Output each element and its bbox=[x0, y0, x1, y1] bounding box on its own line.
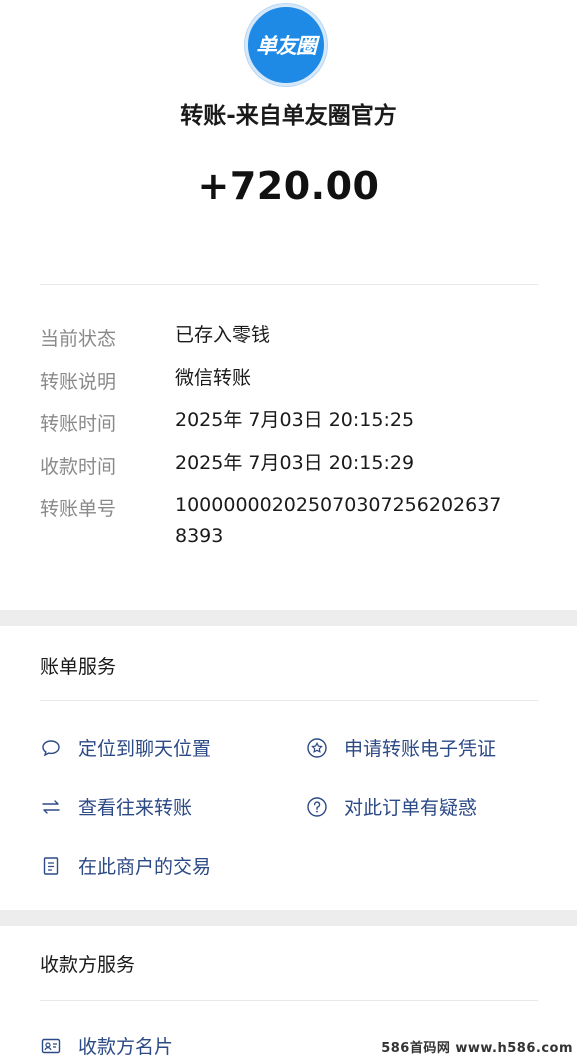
locate-chat-link[interactable]: 定位到聊天位置 bbox=[40, 734, 211, 761]
divider bbox=[40, 700, 538, 701]
merchant-trades-link[interactable]: 在此商户的交易 bbox=[40, 852, 211, 879]
payer-avatar[interactable]: 单友圈 bbox=[245, 4, 327, 86]
detail-label-status: 当前状态 bbox=[40, 328, 117, 350]
avatar-logo-text: 单友圈 bbox=[256, 34, 317, 58]
divider bbox=[40, 1000, 538, 1001]
view-transfers-label: 查看往来转账 bbox=[78, 797, 193, 819]
order-question-link[interactable]: 对此订单有疑惑 bbox=[306, 793, 477, 820]
detail-label-receive-time: 收款时间 bbox=[40, 456, 117, 478]
detail-value-transfer-time: 2025年 7月03日 20:15:25 bbox=[175, 409, 415, 431]
document-icon bbox=[40, 855, 62, 877]
view-transfers-link[interactable]: 查看往来转账 bbox=[40, 793, 192, 820]
transfer-number-line2: 8393 bbox=[175, 525, 224, 547]
transfer-number-line1: 100000002025070307256202637 bbox=[175, 494, 502, 516]
detail-label-transfer-number: 转账单号 bbox=[40, 498, 117, 520]
chat-bubble-icon bbox=[40, 737, 62, 759]
bill-services-card: 账单服务 定位到聊天位置 申请转账电子凭证 查看往来转账 对此订单有疑惑 在此商… bbox=[0, 626, 577, 910]
locate-chat-label: 定位到聊天位置 bbox=[78, 738, 212, 760]
apply-voucher-label: 申请转账电子凭证 bbox=[344, 738, 497, 760]
detail-value-note: 微信转账 bbox=[175, 367, 252, 389]
watermark-text: 586首码网 www.h586.com bbox=[381, 1041, 573, 1056]
star-badge-icon bbox=[306, 737, 328, 759]
payee-card-link[interactable]: 收款方名片 bbox=[40, 1032, 173, 1059]
detail-label-transfer-time: 转账时间 bbox=[40, 413, 117, 435]
contact-card-icon bbox=[40, 1035, 62, 1057]
payee-services-title: 收款方服务 bbox=[40, 954, 136, 976]
apply-voucher-link[interactable]: 申请转账电子凭证 bbox=[306, 734, 496, 761]
bill-services-title: 账单服务 bbox=[40, 656, 117, 678]
order-question-label: 对此订单有疑惑 bbox=[344, 797, 478, 819]
merchant-trades-label: 在此商户的交易 bbox=[78, 856, 212, 878]
question-icon bbox=[306, 796, 328, 818]
payer-title: 转账-来自单友圈官方 bbox=[180, 103, 397, 129]
swap-arrows-icon bbox=[40, 796, 62, 818]
detail-label-note: 转账说明 bbox=[40, 371, 117, 393]
transfer-amount: +720.00 bbox=[197, 164, 380, 208]
payee-card-label: 收款方名片 bbox=[78, 1036, 174, 1058]
detail-value-receive-time: 2025年 7月03日 20:15:29 bbox=[175, 452, 415, 474]
detail-value-status: 已存入零钱 bbox=[175, 324, 271, 346]
transfer-summary-card: 单友圈 转账-来自单友圈官方 +720.00 当前状态 已存入零钱 转账说明 微… bbox=[0, 0, 577, 610]
detail-value-transfer-number[interactable]: 100000002025070307256202637 8393 bbox=[175, 490, 540, 552]
divider bbox=[40, 284, 538, 285]
